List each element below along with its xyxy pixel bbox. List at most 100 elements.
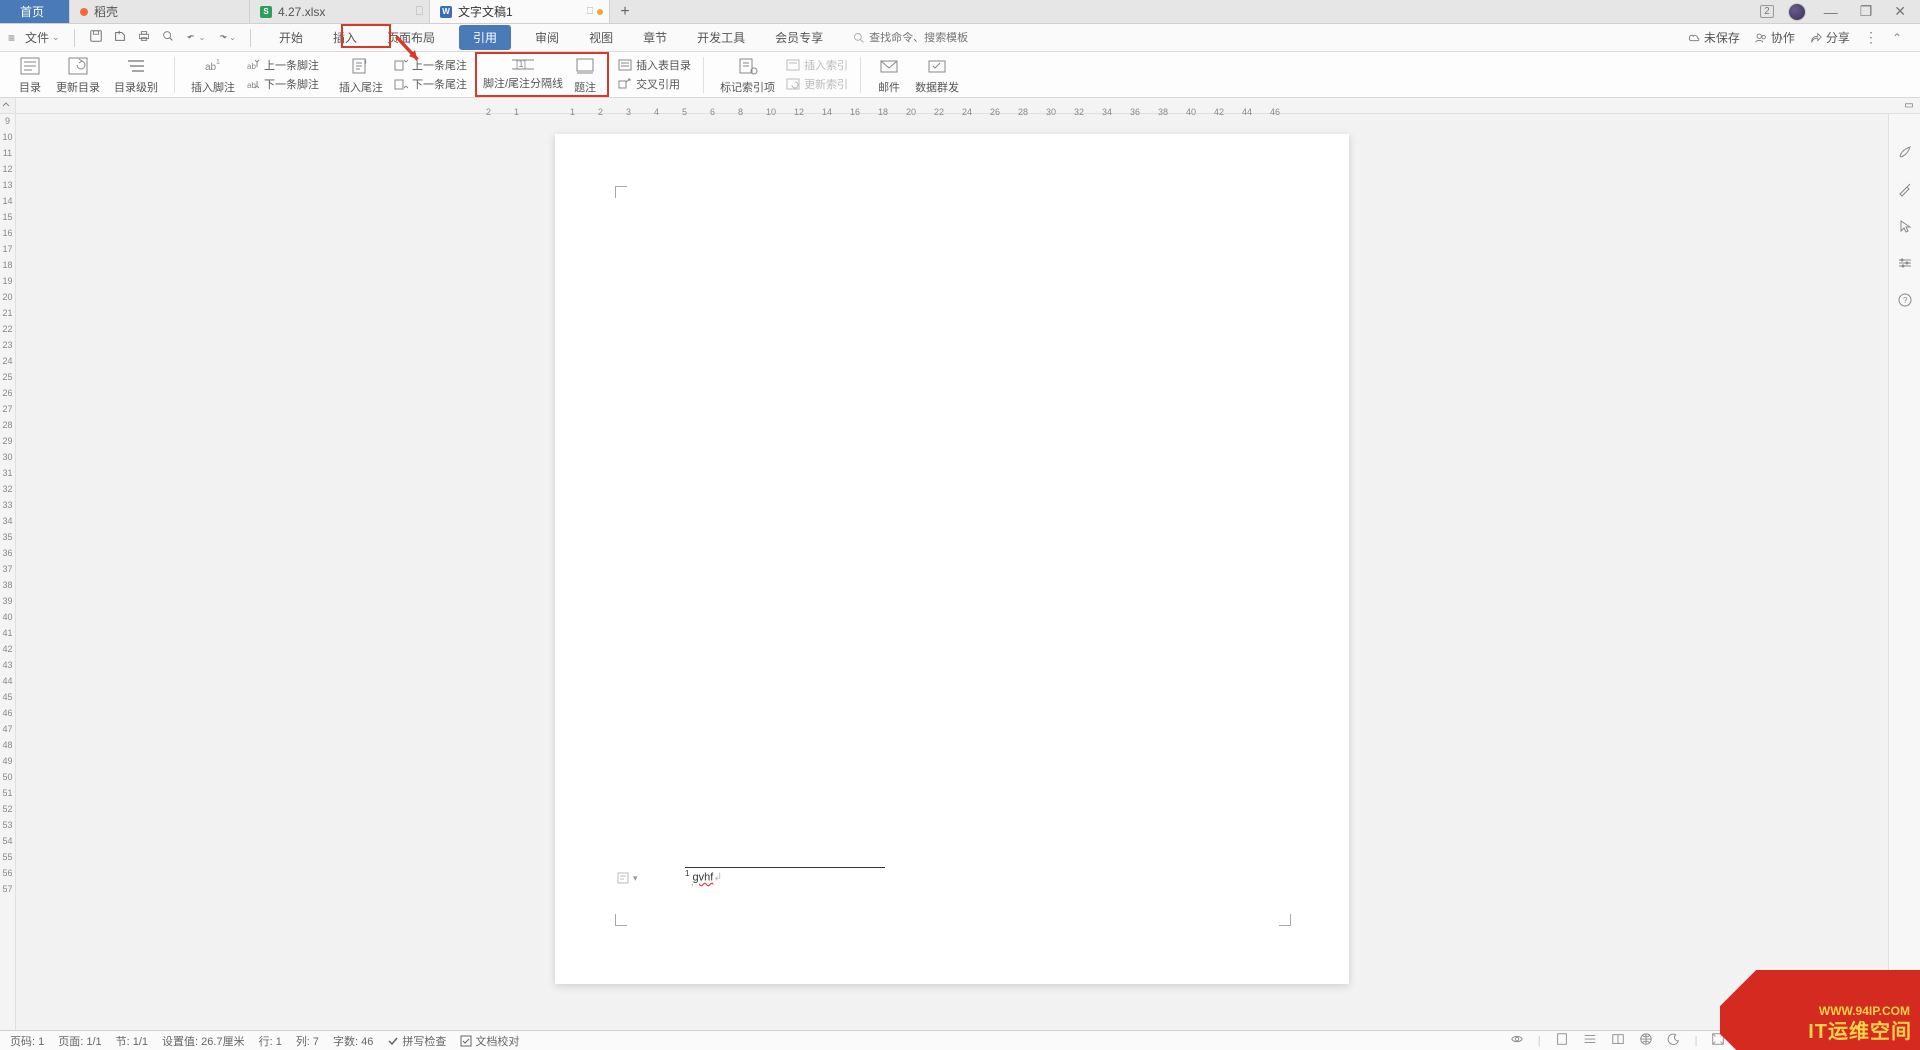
ruler-vertical[interactable]: 9101112131415161718192021222324252627282… [0,114,16,1030]
menu-tab-layout[interactable]: 页面布局 [381,25,441,50]
insert-footnote-button[interactable]: ab1 插入脚注 [187,55,239,95]
share-button[interactable]: 分享 [1809,29,1850,46]
update-index-button[interactable]: 更新索引 [785,76,848,92]
window-count-box[interactable]: 2 [1760,5,1774,18]
view-page-icon[interactable] [1555,1032,1569,1049]
mail-label: 邮件 [878,79,900,95]
tab-xlsx[interactable]: S 4.27.xlsx ⎕ [250,0,430,23]
status-line[interactable]: 行: 1 [259,1033,282,1049]
redo-icon[interactable]: ⌄ [215,31,236,45]
tab-xlsx-close[interactable]: ⎕ [416,4,423,19]
document-canvas[interactable]: ▾ 1gvhf↲ [16,114,1888,1030]
save-icon[interactable] [89,29,103,46]
footnote-marker-icon[interactable]: ▾ [617,872,638,884]
status-section[interactable]: 节: 1/1 [116,1033,148,1049]
menu-tab-vip[interactable]: 会员专享 [769,25,829,50]
ruler-row: 2112345681012141618202224262830323436384… [0,98,1920,114]
unsaved-label: 未保存 [1704,29,1740,46]
next-endnote-button[interactable]: 下一条尾注 [393,76,467,92]
print-preview-icon[interactable] [161,29,175,46]
chevron-down-icon: ⌄ [52,32,60,43]
group-send-button[interactable]: 数据群发 [911,55,963,95]
cross-ref-button[interactable]: 交叉引用 [617,76,691,92]
collab-button[interactable]: 协作 [1754,29,1795,46]
cross-ref-label: 交叉引用 [636,76,680,92]
menu-tab-chapter[interactable]: 章节 [637,25,673,50]
tab-home[interactable]: 首页 [0,0,70,23]
help-pane-icon[interactable]: ? [1897,292,1913,311]
settings-pane-icon[interactable] [1897,255,1913,274]
zoom-out[interactable]: − [1774,1033,1782,1049]
svg-text:?: ? [1903,296,1908,305]
view-outline-icon[interactable] [1583,1032,1597,1049]
next-footnote-button[interactable]: ab 下一条脚注 [245,76,319,92]
toc-level-label: 目录级别 [114,79,158,95]
footnote-text[interactable]: 1gvhf↲ [685,869,722,884]
footnote-separator-button[interactable]: 脚注/尾注分隔线 [483,75,563,91]
menu-tab-insert[interactable]: 插入 [327,25,363,50]
margin-corner-bl [615,914,627,926]
insert-tof-button[interactable]: 插入表目录 [617,57,691,73]
svg-text:1: 1 [216,59,220,66]
hamburger-icon[interactable]: ≡ [8,31,15,45]
menu-tab-reference[interactable]: 引用 [459,25,511,50]
window-maximize[interactable]: ❐ [1856,3,1877,20]
toc-button[interactable]: 目录 [14,55,46,95]
user-avatar[interactable] [1788,3,1806,21]
status-proof[interactable]: 文档校对 [460,1033,519,1049]
ruler-corner[interactable] [0,98,16,113]
search-box[interactable] [853,32,989,44]
highlight-pane-icon[interactable] [1897,181,1913,200]
xlsx-icon: S [260,6,272,18]
insert-index-button[interactable]: 插入索引 [785,57,848,73]
unsaved-indicator[interactable]: 未保存 [1687,29,1740,46]
collapse-ribbon[interactable]: ⌃ [1892,31,1902,45]
nav-pane-button[interactable]: ▭ [1902,98,1916,112]
separator [703,57,704,93]
prev-footnote-button[interactable]: ab 上一条脚注 [245,57,319,73]
status-page[interactable]: 页面: 1/1 [58,1033,101,1049]
view-eye-icon[interactable] [1510,1032,1524,1049]
window-close[interactable]: ✕ [1890,3,1910,20]
status-position[interactable]: 设置值: 26.7厘米 [162,1033,245,1049]
insert-endnote-button[interactable]: i 插入尾注 [335,55,387,95]
group-send-label: 数据群发 [915,79,959,95]
caption-button[interactable]: 题注 [569,55,601,95]
view-night-icon[interactable] [1667,1032,1681,1049]
search-input[interactable] [869,32,989,44]
status-spell[interactable]: 拼写检查 [387,1033,446,1049]
zoom-slider[interactable] [1788,1039,1868,1042]
prev-endnote-button[interactable]: 上一条尾注 [393,57,467,73]
insert-footnote-label: 插入脚注 [191,79,235,95]
update-toc-button[interactable]: 更新目录 [52,55,104,95]
menu-tab-view[interactable]: 视图 [583,25,619,50]
style-pane-icon[interactable] [1897,144,1913,163]
tab-doc[interactable]: W 文字文稿1 ⎕ [430,0,610,23]
tab-doke[interactable]: 稻壳 [70,0,250,23]
view-read-icon[interactable] [1611,1032,1625,1049]
right-sidebar: ? [1888,114,1920,1030]
menu-tab-dev[interactable]: 开发工具 [691,25,751,50]
fit-page-icon[interactable] [1711,1032,1725,1049]
menu-tab-review[interactable]: 审阅 [529,25,565,50]
tab-add-button[interactable]: + [610,0,640,23]
select-pane-icon[interactable] [1897,218,1913,237]
mail-button[interactable]: 邮件 [873,55,905,95]
save-as-icon[interactable] [113,29,127,46]
print-icon[interactable] [137,29,151,46]
fullscreen-icon[interactable] [1896,1032,1910,1049]
zoom-label[interactable]: 100% [1739,1035,1767,1047]
window-minimize[interactable]: — [1820,4,1842,20]
undo-icon[interactable]: ⌄ [185,31,206,45]
status-words[interactable]: 字数: 46 [333,1033,373,1049]
mark-index-button[interactable]: 标记索引项 [716,55,779,95]
status-page-no[interactable]: 页码: 1 [10,1033,44,1049]
status-col[interactable]: 列: 7 [296,1033,319,1049]
insert-endnote-label: 插入尾注 [339,79,383,95]
more-menu[interactable]: ⋮ [1864,29,1878,46]
view-web-icon[interactable] [1639,1032,1653,1049]
menu-tab-start[interactable]: 开始 [273,25,309,50]
toc-level-button[interactable]: 目录级别 [110,55,162,95]
file-menu[interactable]: 文件 ⌄ [25,29,60,46]
zoom-in[interactable]: + [1874,1033,1882,1049]
